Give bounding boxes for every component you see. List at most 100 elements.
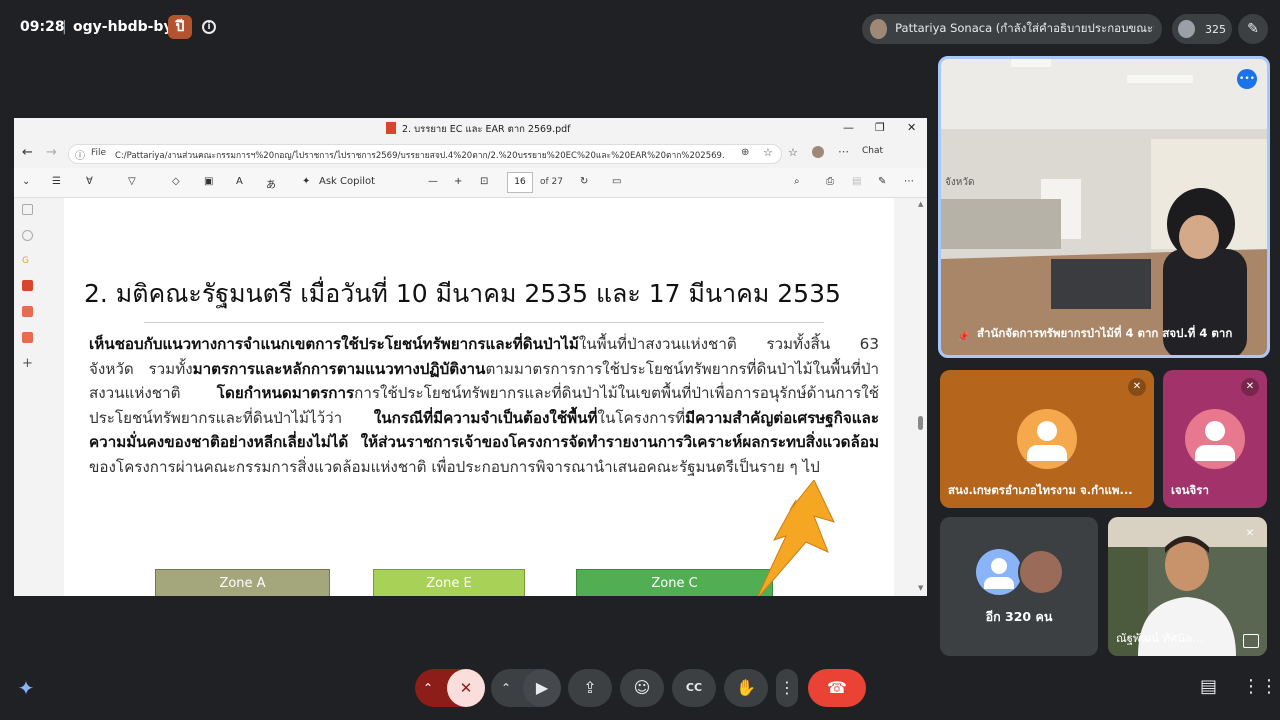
- end-call-button[interactable]: ☎: [808, 669, 866, 707]
- scroll-up-icon[interactable]: ▲: [918, 200, 923, 208]
- maximize-icon[interactable]: ❐: [875, 121, 885, 134]
- save-icon[interactable]: ▤: [852, 176, 861, 187]
- zoom-in-icon[interactable]: +: [454, 176, 462, 187]
- google-icon[interactable]: G: [22, 256, 33, 267]
- profile-icon[interactable]: [812, 146, 824, 158]
- fit-page-icon[interactable]: ⊡: [480, 176, 488, 187]
- zoom-icon[interactable]: ⊕: [741, 147, 749, 158]
- host-controls-icon[interactable]: ปี: [168, 15, 192, 39]
- presenter-pill[interactable]: Pattariya Sonaca (กำลังใส่คำอธิบายประกอบ…: [862, 14, 1162, 44]
- address-bar: ← → ⓘ File C:/Pattariya/งานส่วนคณะกรรมกา…: [14, 142, 927, 166]
- back-icon[interactable]: ←: [22, 145, 33, 160]
- scroll-thumb[interactable]: [918, 416, 923, 430]
- more-icon[interactable]: ⋯: [838, 145, 849, 158]
- avatar: [1185, 409, 1245, 469]
- chevron-up-icon[interactable]: ⌃: [423, 669, 433, 707]
- page-number-input[interactable]: 16: [507, 172, 533, 193]
- zone-c-box: Zone C: [576, 569, 773, 596]
- sidebar: G +: [14, 198, 42, 596]
- meeting-code: ogy-hbdb-byc: [73, 19, 181, 35]
- people-count: 325: [1205, 22, 1226, 36]
- speaking-indicator-icon: •••: [1237, 69, 1257, 89]
- pdf-tab-icon[interactable]: [22, 280, 33, 291]
- annotate-icon[interactable]: ✎: [1238, 14, 1268, 44]
- camera-button[interactable]: ▶: [523, 669, 561, 707]
- read-aloud-icon[interactable]: A: [236, 176, 243, 187]
- slide-heading: 2. มติคณะรัฐมนตรี เมื่อวันที่ 10 มีนาคม …: [84, 279, 841, 308]
- page-view-icon[interactable]: ▭: [612, 176, 621, 187]
- presenter-label: Pattariya Sonaca (กำลังใส่คำอธิบายประกอบ…: [895, 21, 1154, 35]
- more-options-icon[interactable]: ⋯: [904, 176, 914, 187]
- participant-tile-main[interactable]: จังหวัด ••• 📌 สำนักจัดการทรัพยากรป่าไม้ท…: [938, 56, 1270, 358]
- participant-name: เจนจิรา: [1171, 483, 1209, 497]
- avatar: [976, 549, 1022, 595]
- participant-name: สนง.เกษตรอำเภอไทรงาม จ.กำแพ...: [948, 483, 1133, 497]
- eraser-icon[interactable]: ◇: [172, 176, 180, 187]
- chevron-down-icon[interactable]: ⌄: [22, 176, 30, 187]
- url-scheme-label: File: [91, 148, 107, 158]
- highlight-icon[interactable]: ∀: [86, 176, 93, 187]
- room-video: [941, 59, 1267, 355]
- ask-copilot-button[interactable]: Ask Copilot: [319, 176, 375, 187]
- raise-hand-button[interactable]: ✋: [724, 669, 768, 707]
- zoom-out-icon[interactable]: —: [428, 176, 438, 187]
- zone-a-box: Zone A: [155, 569, 330, 596]
- tab-icon[interactable]: [22, 204, 33, 215]
- window-titlebar: 2. บรรยาย EC และ EAR ตาก 2569.pdf — ❐ ✕: [14, 118, 927, 140]
- contents-icon[interactable]: ☰: [52, 176, 61, 187]
- favorite-star-icon[interactable]: ☆: [763, 146, 773, 159]
- more-options-button[interactable]: ⋮: [776, 669, 798, 707]
- zone-e-box: Zone E: [373, 569, 525, 596]
- fullscreen-icon[interactable]: [1243, 634, 1259, 648]
- globe-icon[interactable]: [22, 230, 33, 241]
- people-button[interactable]: 325: [1172, 14, 1232, 44]
- search-icon[interactable]: ⌕: [794, 176, 800, 187]
- camera-control-group: ⌃ ▶: [491, 669, 561, 707]
- participant-name: ณัฐพัฒน์ ทัศนิล...: [1116, 631, 1204, 645]
- info-circle-icon: ⓘ: [75, 151, 85, 162]
- captions-button[interactable]: CC: [672, 669, 716, 707]
- minimize-icon[interactable]: —: [843, 121, 854, 134]
- text-bold: เห็นชอบกับแนวทางการจำแนกเขตการใช้ประโยชน…: [89, 335, 579, 353]
- scrollbar[interactable]: ▲ ▼: [915, 198, 927, 596]
- more-participants-label: อีก 320 คน: [985, 609, 1053, 624]
- chat-icon[interactable]: ▤: [1200, 676, 1217, 697]
- wall-sign: จังหวัด: [945, 177, 975, 188]
- participant-tile[interactable]: ✕ ณัฐพัฒน์ ทัศนิล...: [1108, 517, 1267, 656]
- copilot-chat-button[interactable]: Chat: [862, 146, 883, 156]
- forward-icon[interactable]: →: [46, 145, 57, 160]
- window-title: 2. บรรยาย EC และ EAR ตาก 2569.pdf: [402, 124, 571, 135]
- add-tab-icon[interactable]: +: [22, 356, 33, 371]
- participant-tile[interactable]: ✕ เจนจิรา: [1163, 370, 1267, 508]
- apps-grid-icon[interactable]: ⋮⋮: [1242, 676, 1278, 697]
- draw-icon[interactable]: ▽: [128, 176, 136, 187]
- translate-icon[interactable]: あ: [266, 176, 276, 191]
- info-icon[interactable]: i: [202, 20, 216, 34]
- favorites-icon[interactable]: ☆: [788, 146, 798, 159]
- gemini-icon[interactable]: ✦: [12, 674, 40, 702]
- chevron-up-icon[interactable]: ⌃: [501, 669, 511, 707]
- mic-off-button[interactable]: ✕: [447, 669, 485, 707]
- people-icon: [1178, 20, 1195, 38]
- pdf-tab-icon[interactable]: [22, 332, 33, 343]
- more-participants-tile[interactable]: อีก 320 คน: [940, 517, 1098, 656]
- divider: [144, 322, 824, 323]
- shared-screen: 2. บรรยาย EC และ EAR ตาก 2569.pdf — ❐ ✕ …: [14, 118, 927, 596]
- save-as-icon[interactable]: ✎: [878, 176, 886, 187]
- participant-tile[interactable]: ✕ สนง.เกษตรอำเภอไทรงาม จ.กำแพ...: [940, 370, 1154, 508]
- copilot-icon[interactable]: ✦: [302, 176, 310, 187]
- emoji-button[interactable]: ☺: [620, 669, 664, 707]
- rotate-icon[interactable]: ↻: [580, 176, 588, 187]
- avatar: [1018, 549, 1064, 595]
- pdf-tab-icon[interactable]: [22, 306, 33, 317]
- present-screen-button[interactable]: ⇪: [568, 669, 612, 707]
- close-icon[interactable]: ✕: [907, 121, 916, 134]
- scroll-down-icon[interactable]: ▼: [918, 584, 923, 592]
- pin-icon[interactable]: 📌: [957, 332, 969, 343]
- lightning-bolt-icon: [757, 480, 835, 596]
- text-box-icon[interactable]: ▣: [204, 176, 213, 187]
- text-bold: ในกรณีที่มีความจำเป็นต้องใช้พื้นที่: [373, 408, 598, 427]
- mic-off-icon: ✕: [1241, 378, 1259, 396]
- url-field[interactable]: ⓘ File C:/Pattariya/งานส่วนคณะกรรมการฯ%2…: [68, 144, 782, 164]
- print-icon[interactable]: ⎙: [826, 176, 834, 187]
